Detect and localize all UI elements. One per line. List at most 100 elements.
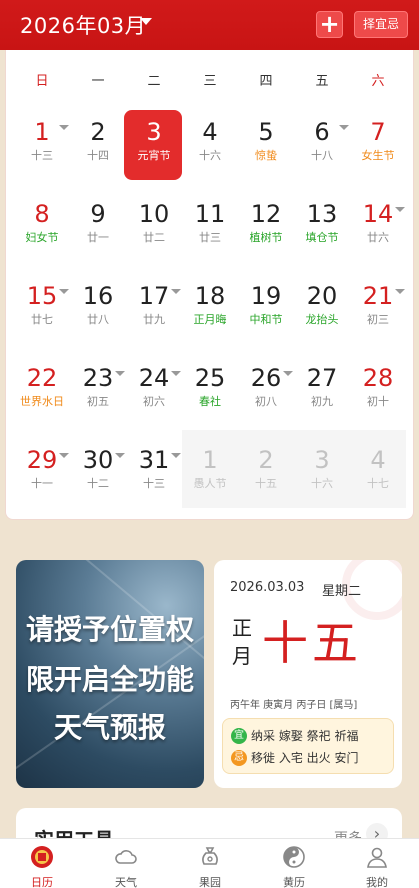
lunar-day: 十五 [262, 616, 362, 670]
day-cell[interactable]: 10 廿二 [126, 184, 182, 262]
day-number: 29 [26, 446, 58, 474]
lunar-label: 愚人节 [193, 477, 227, 490]
day-cell[interactable]: 2 十五 [238, 430, 294, 508]
day-cell[interactable]: 1 愚人节 [182, 430, 238, 508]
lunar-label: 填仓节 [305, 231, 339, 244]
lunar-label: 廿九 [143, 313, 165, 326]
day-number: 16 [82, 282, 114, 310]
day-cell[interactable]: 22 世界水日 [14, 348, 70, 426]
lunar-label: 初八 [255, 395, 277, 408]
pick-auspicious-button[interactable]: 择宜忌 [354, 11, 408, 38]
day-cell[interactable]: 28 初十 [350, 348, 406, 426]
day-number: 30 [82, 446, 114, 474]
tab-profile[interactable]: 我的 [335, 839, 419, 888]
day-number: 23 [82, 364, 114, 392]
weekday-label: 日 [35, 74, 49, 89]
lunar-label: 春社 [199, 395, 221, 408]
chevron-down-icon[interactable] [140, 18, 152, 25]
lunar-label: 世界水日 [20, 395, 64, 408]
day-number: 20 [306, 282, 338, 310]
lunar-label: 植树节 [249, 231, 283, 244]
day-number: 12 [250, 200, 282, 228]
yi-row: 宜纳采 嫁娶 祭祀 祈福 [231, 727, 358, 745]
day-cell[interactable]: 4 十七 [350, 430, 406, 508]
day-number: 3 [314, 446, 330, 474]
day-cell[interactable]: 27 初九 [294, 348, 350, 426]
day-cell[interactable]: 1 十三 [14, 102, 70, 180]
day-cell[interactable]: 14 廿六 [350, 184, 406, 262]
weather-permission-banner[interactable]: 请授予位置权 限开启全功能 天气预报 [16, 560, 204, 788]
day-cell[interactable]: 19 中和节 [238, 266, 294, 344]
day-cell[interactable]: 2 十四 [70, 102, 126, 180]
person-icon [367, 847, 387, 868]
day-cell[interactable]: 25 春社 [182, 348, 238, 426]
tab-calendar[interactable]: 日历 [0, 839, 84, 888]
day-number: 24 [138, 364, 170, 392]
lunar-label: 正月晦 [193, 313, 227, 326]
lunar-label: 中和节 [249, 313, 283, 326]
bottom-tab-bar: 日历 天气 果园 黄历 我的 [0, 838, 419, 888]
tab-weather[interactable]: 天气 [84, 839, 168, 888]
lunar-label: 妇女节 [25, 231, 59, 244]
day-cell[interactable]: 7 女生节 [350, 102, 406, 180]
almanac-weekday: 星期二 [322, 584, 362, 599]
day-number: 11 [194, 200, 226, 228]
day-number: 15 [26, 282, 58, 310]
event-marker-icon [115, 371, 125, 376]
weekday-label: 三 [203, 74, 217, 89]
day-cell[interactable]: 6 十八 [294, 102, 350, 180]
banner-line: 限开启全功能 [25, 663, 194, 696]
day-number: 4 [202, 118, 218, 146]
lunar-label: 初六 [143, 395, 165, 408]
day-cell[interactable]: 30 十二 [70, 430, 126, 508]
day-cell[interactable]: 24 初六 [126, 348, 182, 426]
tab-orchard[interactable]: 果园 [168, 839, 252, 888]
event-marker-icon [171, 289, 181, 294]
day-cell[interactable]: 9 廿一 [70, 184, 126, 262]
lunar-label: 廿一 [87, 231, 109, 244]
add-button[interactable]: + [316, 11, 343, 38]
day-cell[interactable]: 3 十六 [294, 430, 350, 508]
day-cell[interactable]: 21 初三 [350, 266, 406, 344]
weekday-label: 四 [259, 74, 273, 89]
almanac-date: 2026.03.03 [230, 580, 305, 595]
tab-almanac[interactable]: 黄历 [252, 839, 336, 888]
day-cell[interactable]: 4 十六 [182, 102, 238, 180]
day-cell[interactable]: 15 廿七 [14, 266, 70, 344]
calendar-grid: 日 一 二 三 四 五 六 1 十三 2 十四 3 元宵节 4 十六 5 惊蛰 6 十八 7 女生节 8 妇女节 9 廿一 10… [5, 50, 414, 520]
weekday-header: 日一二三四五六 [6, 70, 413, 90]
weekday-label: 一 [91, 74, 105, 89]
day-cell[interactable]: 23 初五 [70, 348, 126, 426]
banner-line: 天气预报 [53, 711, 166, 744]
weekday-label: 六 [371, 74, 385, 89]
day-cell[interactable]: 18 正月晦 [182, 266, 238, 344]
lunar-label: 廿六 [367, 231, 389, 244]
day-cell[interactable]: 26 初八 [238, 348, 294, 426]
day-cell[interactable]: 20 龙抬头 [294, 266, 350, 344]
month-title[interactable]: 2026年03月 [20, 10, 146, 40]
lunar-label: 十二 [87, 477, 109, 490]
event-marker-icon [339, 125, 349, 130]
yi-text: 纳采 嫁娶 祭祀 祈福 [251, 729, 359, 743]
lunar-label: 惊蛰 [255, 149, 277, 162]
day-number: 7 [370, 118, 386, 146]
day-cell[interactable]: 29 十一 [14, 430, 70, 508]
almanac-card[interactable]: 2026.03.03 星期二 正月 十五 丙午年 庚寅月 丙子日 [属马] 宜纳… [214, 560, 402, 788]
day-cell[interactable]: 8 妇女节 [14, 184, 70, 262]
lunar-label: 元宵节 [137, 149, 171, 162]
day-cell[interactable]: 13 填仓节 [294, 184, 350, 262]
day-cell[interactable]: 12 植树节 [238, 184, 294, 262]
event-marker-icon [395, 207, 405, 212]
tab-label: 我的 [366, 876, 388, 888]
day-number: 1 [34, 118, 50, 146]
day-cell[interactable]: 31 十三 [126, 430, 182, 508]
day-cell-today[interactable]: 3 元宵节 [124, 102, 182, 180]
day-number: 18 [194, 282, 226, 310]
day-number: 8 [34, 200, 50, 228]
day-cell[interactable]: 17 廿九 [126, 266, 182, 344]
day-number: 17 [138, 282, 170, 310]
lunar-month: 正月 [232, 616, 252, 668]
day-cell[interactable]: 16 廿八 [70, 266, 126, 344]
day-cell[interactable]: 5 惊蛰 [238, 102, 294, 180]
day-cell[interactable]: 11 廿三 [182, 184, 238, 262]
